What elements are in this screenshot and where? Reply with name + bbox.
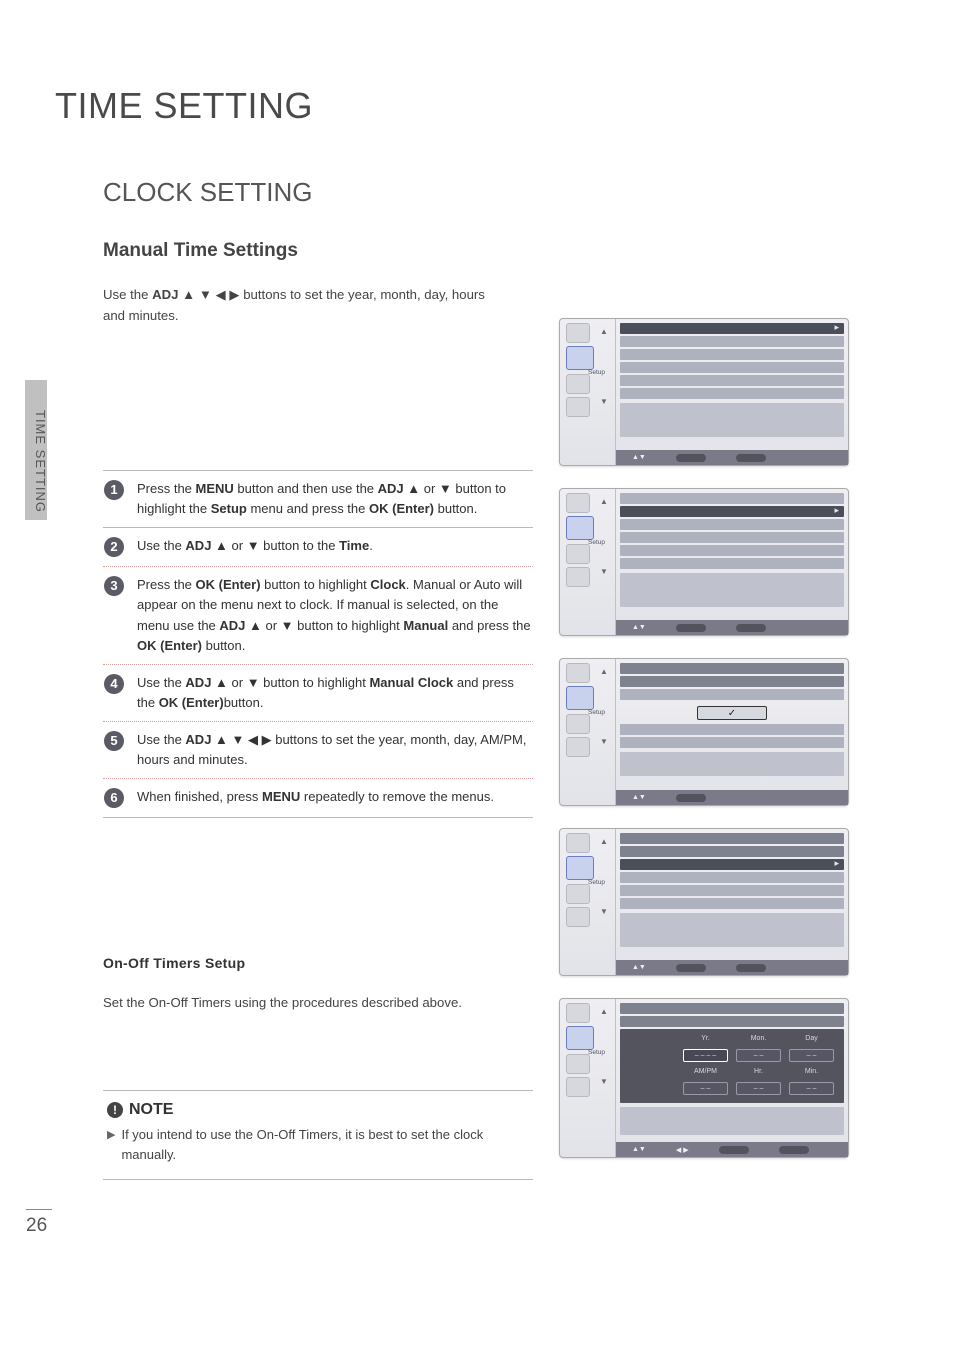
arrow-up-icon: ▲ <box>600 667 608 676</box>
page-title: TIME SETTING <box>55 85 900 127</box>
step-text: Use the ADJ ▲ or ▼ button to highlight M… <box>137 673 533 713</box>
step-number-icon: 1 <box>103 479 129 501</box>
foot-pill-icon <box>676 454 706 462</box>
osd-screen-1: Setup ▲ ▼ ▲▼ <box>559 318 849 466</box>
step-5: 5 Use the ADJ ▲ ▼ ◀ ▶ buttons to set the… <box>103 722 533 779</box>
arrow-up-icon: ▲ <box>600 497 608 506</box>
step-number-icon: 3 <box>103 575 129 597</box>
osd-setup-label: Setup <box>588 879 605 886</box>
step-text: When finished, press MENU repeatedly to … <box>137 787 533 809</box>
field-label-hr: Hr. <box>736 1068 781 1078</box>
arrow-up-icon: ▲ <box>600 1007 608 1016</box>
page-number: 26 <box>26 1215 47 1237</box>
step-number-icon: 5 <box>103 730 129 752</box>
foot-pill-icon <box>676 624 706 632</box>
osd-check-icon: ✓ <box>697 706 767 720</box>
osd-screen-4: Setup ▲ ▼ ▲▼ <box>559 828 849 976</box>
arrow-down-icon: ▼ <box>600 907 608 916</box>
step-4: 4 Use the ADJ ▲ or ▼ button to highlight… <box>103 665 533 722</box>
field-label-min: Min. <box>789 1068 834 1078</box>
foot-pill-icon <box>676 964 706 972</box>
note-body: ▶ If you intend to use the On-Off Timers… <box>107 1125 529 1165</box>
foot-pill-icon <box>719 1146 749 1154</box>
field-label-day: Day <box>789 1035 834 1045</box>
arrow-down-icon: ▼ <box>600 567 608 576</box>
subsection-heading: Manual Time Settings <box>103 240 900 262</box>
field-label-mon: Mon. <box>736 1035 781 1045</box>
step-1: 1 Press the MENU button and then use the… <box>103 470 533 528</box>
step-2: 2 Use the ADJ ▲ or ▼ button to the Time. <box>103 528 533 567</box>
note-heading-text: NOTE <box>129 1101 173 1119</box>
note-heading: ! NOTE <box>107 1101 529 1119</box>
field-label-yr: Yr. <box>683 1035 728 1045</box>
intro-paragraph: Use the ADJ ▲ ▼ ◀ ▶ buttons to set the y… <box>103 284 503 326</box>
osd-setup-label: Setup <box>588 1049 605 1056</box>
field-min: – – <box>789 1082 834 1095</box>
osd-screen-3: Setup ▲ ▼ ✓ ▲▼ <box>559 658 849 806</box>
triangle-right-icon: ▶ <box>107 1127 115 1165</box>
onoff-text: Set the On-Off Timers using the procedur… <box>103 995 462 1010</box>
foot-pill-icon <box>676 794 706 802</box>
field-hour: – – <box>736 1082 781 1095</box>
step-text: Use the ADJ ▲ or ▼ button to the Time. <box>137 536 533 558</box>
foot-pill-icon <box>736 454 766 462</box>
svg-text:5: 5 <box>110 733 117 748</box>
foot-updown-icon: ▲▼ <box>632 794 646 801</box>
foot-updown-icon: ▲▼ <box>632 1146 646 1153</box>
foot-updown-icon: ▲▼ <box>632 624 646 631</box>
section-heading: CLOCK SETTING <box>103 177 900 208</box>
step-number-icon: 4 <box>103 673 129 695</box>
arrow-down-icon: ▼ <box>600 397 608 406</box>
svg-text:3: 3 <box>110 578 117 593</box>
foot-updown-icon: ▲▼ <box>632 964 646 971</box>
arrow-up-icon: ▲ <box>600 327 608 336</box>
note-box: ! NOTE ▶ If you intend to use the On-Off… <box>103 1090 533 1180</box>
field-label-ampm: AM/PM <box>683 1068 728 1078</box>
step-number-icon: 2 <box>103 536 129 558</box>
field-month: – – <box>736 1049 781 1062</box>
foot-pill-icon <box>779 1146 809 1154</box>
arrow-down-icon: ▼ <box>600 1077 608 1086</box>
arrow-up-icon: ▲ <box>600 837 608 846</box>
svg-text:1: 1 <box>110 482 117 497</box>
osd-screenshots: Setup ▲ ▼ ▲▼ Setup ▲ ▼ ▲▼ <box>559 318 849 1158</box>
step-3: 3 Press the OK (Enter) button to highlig… <box>103 567 533 665</box>
note-body-text: If you intend to use the On-Off Timers, … <box>121 1125 529 1165</box>
osd-setup-label: Setup <box>588 709 605 716</box>
svg-text:2: 2 <box>110 539 117 554</box>
onoff-heading: On-Off Timers Setup <box>103 955 245 971</box>
foot-leftright-icon: ◀ ▶ <box>676 1146 689 1154</box>
arrow-down-icon: ▼ <box>600 737 608 746</box>
svg-text:4: 4 <box>110 676 118 691</box>
osd-setup-label: Setup <box>588 539 605 546</box>
foot-pill-icon <box>736 624 766 632</box>
foot-pill-icon <box>736 964 766 972</box>
field-ampm: – – <box>683 1082 728 1095</box>
step-text: Press the OK (Enter) button to highlight… <box>137 575 533 656</box>
note-icon: ! <box>107 1102 123 1118</box>
field-year: – – – – <box>683 1049 728 1062</box>
side-section-label: TIME SETTING <box>33 410 48 513</box>
step-text: Use the ADJ ▲ ▼ ◀ ▶ buttons to set the y… <box>137 730 533 770</box>
svg-text:6: 6 <box>110 790 117 805</box>
steps-list: 1 Press the MENU button and then use the… <box>103 470 533 818</box>
step-text: Press the MENU button and then use the A… <box>137 479 533 519</box>
osd-screen-2: Setup ▲ ▼ ▲▼ <box>559 488 849 636</box>
osd-screen-5: Setup ▲ ▼ Yr. Mon. Day – – – – – – – – A… <box>559 998 849 1158</box>
foot-updown-icon: ▲▼ <box>632 454 646 461</box>
osd-setup-label: Setup <box>588 369 605 376</box>
step-number-icon: 6 <box>103 787 129 809</box>
step-6: 6 When finished, press MENU repeatedly t… <box>103 779 533 818</box>
field-day: – – <box>789 1049 834 1062</box>
